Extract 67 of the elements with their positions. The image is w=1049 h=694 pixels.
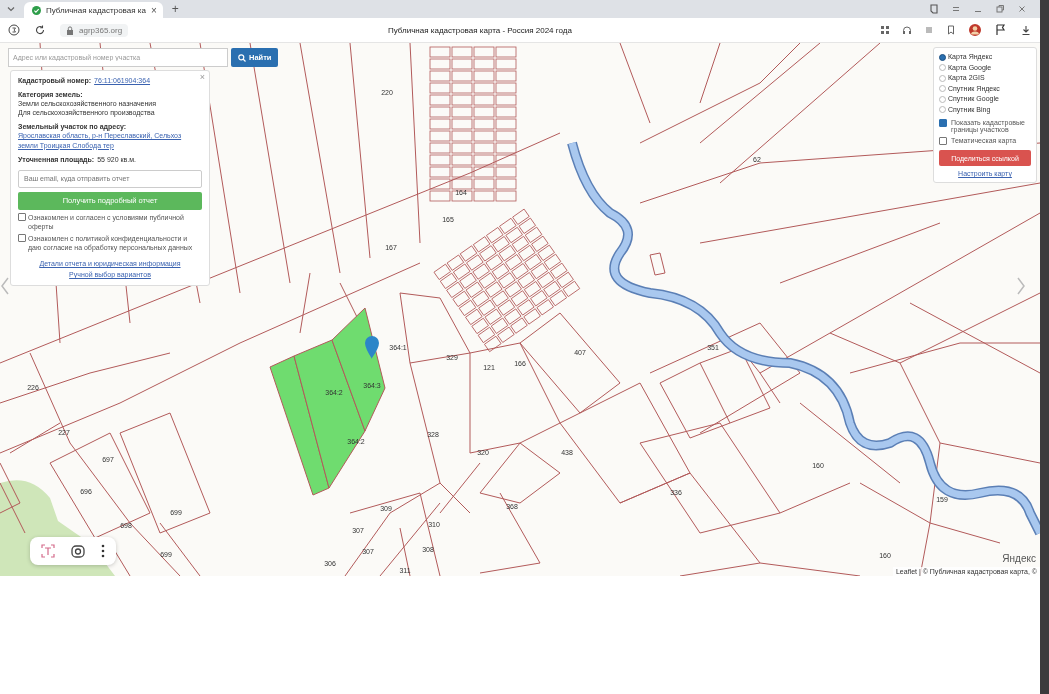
radio-button[interactable] xyxy=(939,85,946,93)
map-pin-icon xyxy=(365,336,379,359)
parcel-boundary xyxy=(495,106,517,118)
parcel-boundary xyxy=(429,106,451,118)
chevron-right-icon[interactable] xyxy=(1016,276,1026,296)
parcel-boundary xyxy=(0,482,26,534)
page-title: Публичная кадастровая карта - Россия 2024 года xyxy=(388,25,573,35)
lock-icon xyxy=(66,25,74,35)
search-icon xyxy=(238,53,246,62)
chevron-left-icon[interactable] xyxy=(0,276,10,296)
parcel-boundary xyxy=(0,462,21,514)
radio-button[interactable] xyxy=(939,53,946,61)
map-logo: Яндекс xyxy=(1002,553,1036,564)
parcel-boundary xyxy=(495,94,517,106)
parcel-boundary xyxy=(473,118,495,130)
avatar-icon[interactable] xyxy=(968,23,982,37)
parcel-boundary xyxy=(495,46,517,58)
parcel-boundary xyxy=(473,82,495,94)
more-icon[interactable] xyxy=(100,543,106,559)
radio-button[interactable] xyxy=(939,74,946,82)
headphones-icon[interactable] xyxy=(902,25,912,35)
parcel-boundary xyxy=(429,118,451,130)
parcel-boundary xyxy=(473,46,495,58)
parcel-boundary xyxy=(473,70,495,82)
grid-icon[interactable] xyxy=(880,25,890,35)
url-field[interactable]: agrp365.org xyxy=(60,23,129,37)
coin-icon[interactable] xyxy=(8,24,20,36)
close-tab-button[interactable]: × xyxy=(150,4,157,16)
parcel-boundary xyxy=(473,94,495,106)
parcel-boundary xyxy=(451,70,473,82)
new-tab-button[interactable]: + xyxy=(168,2,182,16)
parcel-boundary xyxy=(495,118,517,130)
checkbox[interactable] xyxy=(18,212,26,221)
parcel-boundary xyxy=(649,252,666,276)
checkbox[interactable] xyxy=(18,233,26,242)
parcel-boundary xyxy=(429,46,451,58)
check-circle-icon xyxy=(32,5,41,15)
text-select-icon[interactable] xyxy=(40,543,56,559)
camera-lens-icon[interactable] xyxy=(70,543,86,559)
parcel-boundary xyxy=(451,106,473,118)
radio-button[interactable] xyxy=(939,64,946,72)
parcel-boundary xyxy=(429,82,451,94)
checkbox[interactable] xyxy=(939,119,947,127)
parcel-boundary xyxy=(429,94,451,106)
note-icon[interactable] xyxy=(928,3,940,15)
checkbox[interactable] xyxy=(939,137,947,145)
parcel-boundary xyxy=(429,70,451,82)
parcel-boundary xyxy=(451,46,473,58)
download-icon[interactable] xyxy=(1020,24,1032,36)
radio-button[interactable] xyxy=(939,106,946,114)
parcel-boundary xyxy=(473,106,495,118)
parcel-boundary xyxy=(495,58,517,70)
parcel-boundary xyxy=(495,70,517,82)
reload-icon[interactable] xyxy=(34,24,46,36)
parcel-boundary xyxy=(451,58,473,70)
browser-tab[interactable]: Публичная кадастровая ка × xyxy=(24,2,163,18)
parcel-boundary xyxy=(429,58,451,70)
flag-icon[interactable] xyxy=(994,23,1008,37)
parcel-boundary xyxy=(451,82,473,94)
parcel-boundary xyxy=(495,82,517,94)
tab-title: Публичная кадастровая ка xyxy=(46,5,146,15)
parcel-boundary xyxy=(451,94,473,106)
parcel-boundary xyxy=(473,58,495,70)
radio-button[interactable] xyxy=(939,95,946,103)
bookmark-icon[interactable] xyxy=(946,25,956,35)
parcel-boundary xyxy=(451,118,473,130)
maximize-icon[interactable] xyxy=(994,3,1006,15)
